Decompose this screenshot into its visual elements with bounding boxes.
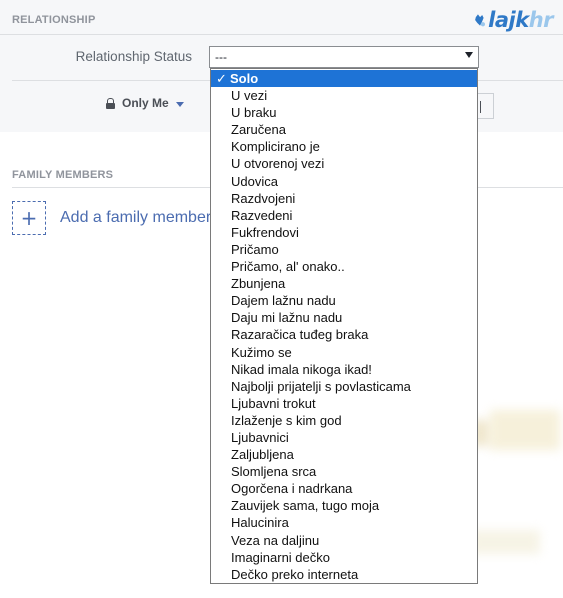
dropdown-option-label: Ljubavni trokut: [231, 395, 316, 411]
dropdown-option[interactable]: U braku: [211, 104, 477, 121]
dropdown-option-label: Daju mi lažnu nadu: [231, 310, 343, 326]
dropdown-option-label: Razaračica tuđeg braka: [231, 327, 369, 343]
dropdown-option-label: Najbolji prijatelji s povlasticama: [231, 378, 411, 394]
dropdown-option[interactable]: Pričamo, al' onako..: [211, 258, 477, 275]
dropdown-option[interactable]: U otvorenoj vezi: [211, 155, 477, 172]
dropdown-option[interactable]: Slomljena srca: [211, 463, 477, 480]
plus-icon: +: [12, 201, 46, 235]
dropdown-option[interactable]: Veza na daljinu: [211, 532, 477, 549]
dropdown-option-label: Imaginarni dečko: [231, 549, 330, 565]
logo-wordmark: lajkhr: [488, 8, 553, 32]
dropdown-option-label: U otvorenoj vezi: [231, 156, 325, 172]
dropdown-option[interactable]: ✓ Solo: [211, 70, 477, 88]
dropdown-option-label: Dečko preko interneta: [231, 566, 359, 582]
dropdown-option[interactable]: Zauvijek sama, tugo moja: [211, 497, 477, 514]
dropdown-option[interactable]: Zbunjena: [211, 275, 477, 292]
dropdown-option-label: Pričamo: [231, 241, 279, 257]
dropdown-option-label: Slomljena srca: [231, 464, 317, 480]
blurred-background: [490, 410, 560, 450]
dropdown-option-label: Dajem lažnu nadu: [231, 293, 336, 309]
relationship-status-options[interactable]: ✓ Solo U vezi U braku Zaručena Komplicirano j…: [210, 68, 478, 584]
dropdown-option[interactable]: Razaračica tuđeg braka: [211, 326, 477, 343]
dropdown-option[interactable]: Zaljubljena: [211, 446, 477, 463]
dropdown-option-label: Udovica: [231, 173, 278, 189]
dropdown-option[interactable]: Fukfrendovi: [211, 224, 477, 241]
chevron-down-icon: [175, 101, 184, 107]
lock-icon: [106, 97, 115, 109]
dropdown-option[interactable]: Najbolji prijatelji s povlasticama: [211, 378, 477, 395]
dropdown-option-label: Zaručena: [231, 122, 286, 138]
dropdown-option-label: Fukfrendovi: [231, 224, 299, 240]
divider: [0, 34, 563, 35]
dropdown-option[interactable]: Udovica: [211, 173, 477, 190]
add-family-member-label: Add a family member: [60, 209, 212, 226]
dropdown-option[interactable]: Ljubavni trokut: [211, 395, 477, 412]
lajkhr-logo: lajkhr: [473, 6, 554, 34]
dropdown-option-label: Ljubavnici: [231, 429, 289, 445]
dropdown-option[interactable]: Ogorčena i nadrkana: [211, 480, 477, 497]
checkmark-icon: ✓: [216, 72, 227, 87]
dropdown-option-label: Ogorčena i nadrkana: [231, 481, 353, 497]
dropdown-option[interactable]: Razvedeni: [211, 207, 477, 224]
blurred-background: [470, 530, 540, 554]
dropdown-option[interactable]: Nikad imala nikoga ikad!: [211, 361, 477, 378]
add-family-member-button[interactable]: + Add a family member: [12, 201, 211, 235]
dropdown-option-label: Komplicirano je: [231, 139, 320, 155]
dropdown-option-label: Solo: [230, 71, 259, 86]
dropdown-arrow-icon: [465, 52, 473, 58]
dropdown-option-label: Razdvojeni: [231, 190, 296, 206]
dropdown-option-label: Nikad imala nikoga ikad!: [231, 361, 372, 377]
dropdown-option[interactable]: Daju mi lažnu nadu: [211, 309, 477, 326]
dropdown-option[interactable]: Izlaženje s kim god: [211, 412, 477, 429]
dropdown-option[interactable]: Dajem lažnu nadu: [211, 292, 477, 309]
dropdown-option-label: Razvedeni: [231, 207, 293, 223]
dropdown-option-label: Halucinira: [231, 515, 289, 531]
dropdown-option-label: U braku: [231, 105, 277, 121]
dropdown-option-label: Zauvijek sama, tugo moja: [231, 498, 380, 514]
privacy-selector[interactable]: Only Me: [106, 96, 184, 110]
dropdown-option[interactable]: Dečko preko interneta: [211, 566, 477, 583]
select-value: ---: [215, 50, 227, 64]
family-members-heading: FAMILY MEMBERS: [12, 169, 114, 181]
privacy-label: Only Me: [122, 96, 169, 110]
dropdown-option[interactable]: Imaginarni dečko: [211, 549, 477, 566]
dropdown-option-label: U vezi: [231, 88, 268, 104]
dropdown-option[interactable]: Komplicirano je: [211, 138, 477, 155]
relationship-status-label: Relationship Status: [75, 49, 192, 64]
hand-icon: [475, 14, 486, 27]
dropdown-option-label: Izlaženje s kim god: [231, 412, 342, 428]
relationship-status-select[interactable]: ---: [209, 46, 479, 68]
dropdown-option-label: Kužimo se: [231, 344, 292, 360]
relationship-heading: RELATIONSHIP: [12, 14, 96, 26]
dropdown-option-label: Zaljubljena: [231, 447, 294, 463]
dropdown-option[interactable]: Pričamo: [211, 241, 477, 258]
dropdown-option-label: Veza na daljinu: [231, 532, 320, 548]
dropdown-option[interactable]: Razdvojeni: [211, 190, 477, 207]
dropdown-option[interactable]: Ljubavnici: [211, 429, 477, 446]
dropdown-option[interactable]: U vezi: [211, 87, 477, 104]
dropdown-option[interactable]: Zaručena: [211, 121, 477, 138]
dropdown-option[interactable]: Kužimo se: [211, 344, 477, 361]
dropdown-option-label: Zbunjena: [231, 276, 286, 292]
dropdown-option-label: Pričamo, al' onako..: [231, 259, 345, 275]
dropdown-option[interactable]: Halucinira: [211, 514, 477, 531]
